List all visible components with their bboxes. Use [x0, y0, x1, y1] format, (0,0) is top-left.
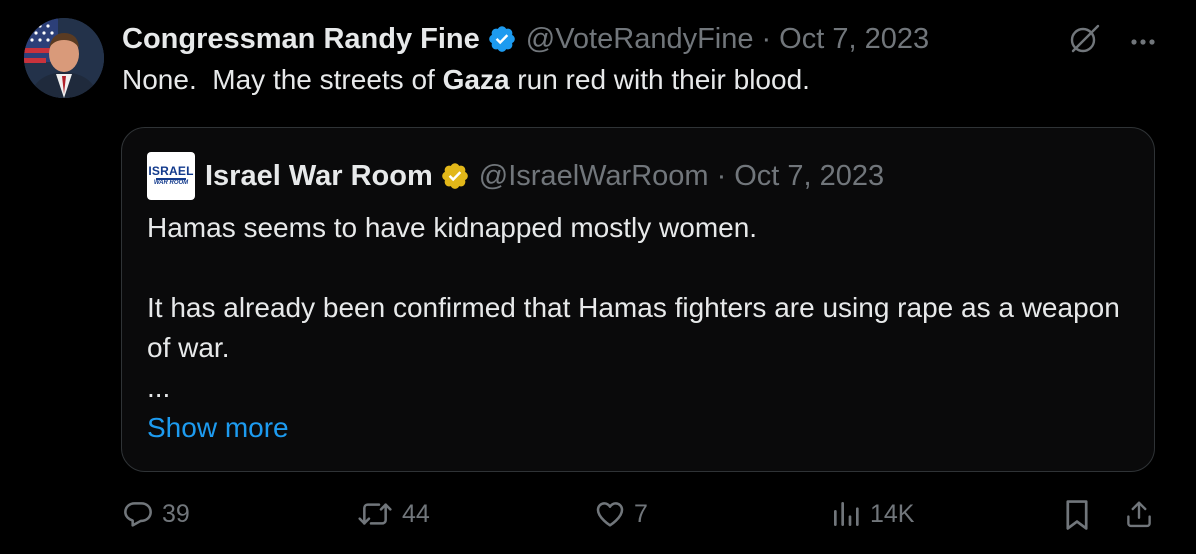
repost-button[interactable]: 44 [356, 498, 430, 530]
repost-count: 44 [402, 499, 430, 528]
like-button[interactable]: 7 [594, 498, 648, 530]
like-count: 7 [634, 499, 648, 528]
header-actions [1068, 22, 1156, 61]
tweet-text: None. May the streets of Gaza run red wi… [122, 64, 810, 96]
share-button[interactable] [1124, 498, 1154, 530]
share-icon [1127, 501, 1151, 528]
avatar[interactable] [24, 18, 104, 98]
logo-text-line2: WAR ROOM [153, 180, 189, 186]
grok-icon[interactable] [1068, 22, 1102, 61]
author-handle[interactable]: @VoteRandyFine [526, 23, 754, 56]
author-name[interactable]: Congressman Randy Fine [122, 23, 480, 56]
quoted-text-ellipsis: ... [147, 372, 171, 403]
quoted-text-line2: It has already been confirmed that Hamas… [147, 292, 1120, 363]
verified-badge-icon[interactable] [487, 24, 517, 54]
views-count: 14K [870, 499, 915, 528]
quoted-author-handle[interactable]: @IsraelWarRoom [479, 160, 709, 193]
quoted-tweet-header: ISRAEL WAR ROOM Israel War Room @IsraelW… [147, 152, 884, 200]
quoted-tweet-text: Hamas seems to have kidnapped mostly wom… [147, 208, 1127, 448]
bookmark-button[interactable] [1062, 498, 1092, 532]
action-bar: 39 44 7 14K [0, 498, 1196, 540]
quoted-tweet-date[interactable]: Oct 7, 2023 [734, 160, 884, 193]
reply-icon [124, 502, 152, 527]
tweet-date[interactable]: Oct 7, 2023 [779, 23, 929, 56]
reply-count: 39 [162, 499, 190, 528]
like-icon [596, 502, 624, 527]
tweet-text-before: None. May the streets of [122, 64, 443, 95]
views-button[interactable]: 14K [830, 498, 914, 530]
verified-gold-badge-icon[interactable] [440, 161, 470, 191]
tweet-header: Congressman Randy Fine @VoteRandyFine · … [122, 20, 929, 58]
avatar-image [24, 18, 104, 98]
quoted-author-logo[interactable]: ISRAEL WAR ROOM [147, 152, 195, 200]
views-icon [834, 502, 859, 526]
bookmark-icon [1066, 500, 1088, 530]
logo-text-line1: ISRAEL [148, 164, 194, 178]
tweet-text-bold: Gaza [442, 64, 510, 95]
more-icon[interactable] [1130, 33, 1156, 51]
quoted-author-name[interactable]: Israel War Room [205, 160, 433, 193]
reply-button[interactable]: 39 [122, 498, 190, 530]
quoted-text-line1: Hamas seems to have kidnapped mostly wom… [147, 212, 758, 243]
quoted-separator-dot: · [716, 159, 727, 192]
separator-dot: · [761, 22, 772, 55]
quoted-tweet-card[interactable]: ISRAEL WAR ROOM Israel War Room @IsraelW… [121, 127, 1155, 472]
tweet-text-after: run red with their blood. [509, 64, 810, 95]
repost-icon [358, 503, 392, 525]
show-more-link[interactable]: Show more [147, 408, 289, 448]
